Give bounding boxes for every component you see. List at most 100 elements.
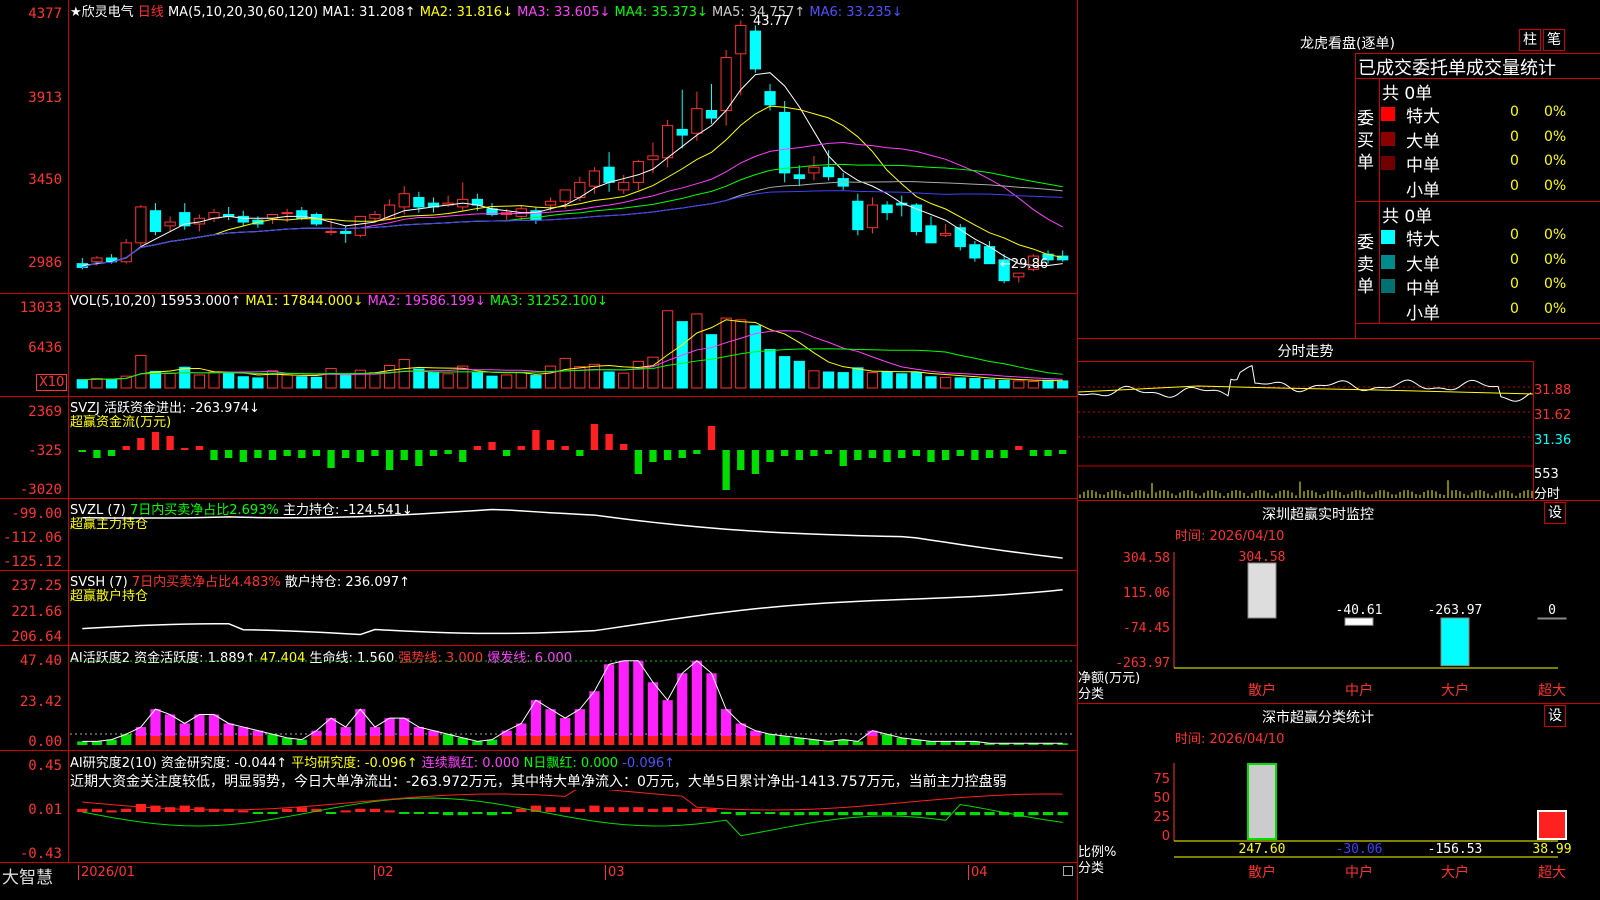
ai-activity-chart[interactable] [70, 660, 1075, 748]
research-bar [823, 812, 834, 816]
intraday-chart[interactable] [1078, 362, 1533, 499]
volume-bar [954, 377, 966, 389]
candlestick-chart[interactable] [70, 16, 1075, 292]
volume-bar [647, 356, 659, 389]
vol-unit-badge[interactable]: X10 [36, 374, 68, 391]
ai-research-v4: N日飘红: 0.000 [523, 756, 619, 771]
volume-bar [427, 372, 440, 389]
volume-bar [808, 370, 820, 389]
row-percent: 0% [1544, 300, 1567, 317]
research-bar [325, 812, 337, 814]
volume-bar [559, 357, 571, 389]
activity-bar [91, 741, 103, 745]
tick-mode-button[interactable]: 笔 [1543, 29, 1565, 51]
flow-bar [1044, 450, 1052, 456]
flow-bar [78, 450, 86, 452]
flow-bar [590, 424, 599, 450]
svzl-tick: -99.00 [11, 506, 62, 522]
monitor-category: 超大 [1538, 683, 1566, 699]
vol-legend: VOL(5,10,20) 15953.000↑ MA1: 17844.000↓ … [70, 294, 608, 309]
ai-active-tick: 23.42 [19, 694, 62, 710]
row-count: 0 [1510, 177, 1519, 194]
research-bar [764, 812, 776, 814]
row-label: 大单 [1406, 254, 1440, 275]
flow-bar [941, 450, 950, 460]
row-percent: 0% [1544, 276, 1567, 292]
volume-bar [837, 372, 849, 389]
sell-row: 大单 0 0% [1380, 250, 1600, 275]
research-bar [399, 812, 410, 814]
ai-research-tick: -0.43 [19, 846, 62, 862]
sz-monitor-chart[interactable]: 304.58 115.06 -74.45 -263.97 304.58 散户 -40.61 中… [1078, 540, 1600, 702]
main-force-holding-chart[interactable] [70, 505, 1075, 568]
flow-bar [1000, 450, 1008, 458]
retail-holding-chart[interactable] [70, 577, 1075, 643]
row-label: 中单 [1406, 279, 1440, 299]
vol-value: 15953.000↑ [160, 294, 242, 309]
ai-active-tick: 0.00 [28, 734, 62, 750]
flow-bar [268, 450, 277, 460]
buy-row: 中单 0 0% [1380, 151, 1600, 176]
activity-base [150, 736, 161, 745]
lock-icon[interactable] [1063, 866, 1073, 876]
flow-bar [751, 450, 760, 474]
dragon-subtitle: 已成交委托单成交量统计 [1358, 58, 1556, 79]
research-bar [618, 807, 629, 812]
ai-research-chart[interactable] [70, 790, 1075, 860]
research-bar [1057, 812, 1068, 816]
flow-bar [678, 450, 686, 458]
date-tick: 2026/01 [78, 865, 135, 880]
sz-monitor-title: 深圳超赢实时监控 [1262, 507, 1374, 523]
research-bar [282, 808, 293, 812]
research-bar [838, 812, 849, 816]
research-bar [647, 808, 659, 812]
monitor-bar [1440, 617, 1470, 667]
research-bar [940, 812, 951, 816]
flow-bar [737, 450, 745, 470]
buy-row: 小单 0 0% [1380, 176, 1600, 201]
research-bar [589, 805, 600, 812]
price-tick: 2986 [28, 255, 62, 271]
activity-bar [677, 673, 688, 745]
brand-logo[interactable]: 大智慧 [2, 863, 53, 888]
flow-bar [985, 450, 994, 458]
activity-base [194, 736, 205, 745]
flow-bar [459, 450, 467, 462]
volume-chart[interactable] [70, 308, 1075, 390]
candle-body [632, 161, 644, 183]
sz-category-chart[interactable]: 75 50 25 0 247.60 散户 -30.06 中户 -156.53 大户 38.99 超大 [1078, 745, 1600, 900]
fund-flow-chart[interactable] [70, 410, 1075, 496]
activity-base [135, 736, 146, 745]
volume-bar [164, 372, 176, 389]
sz-category-settings-button[interactable]: 设 [1544, 705, 1566, 727]
flow-bar [151, 432, 160, 450]
category-tick: 75 [1153, 772, 1170, 787]
research-avg-line [82, 797, 1063, 837]
flow-bar [356, 450, 364, 462]
sell-row: 特大 0 0% [1380, 225, 1600, 250]
volume-bar [603, 371, 615, 389]
monitor-tick: 304.58 [1123, 551, 1170, 566]
volume-bar [969, 378, 981, 389]
flow-bar [239, 450, 247, 462]
research-bar [516, 808, 527, 812]
research-bar [852, 812, 863, 816]
category-tick: 0 [1162, 829, 1170, 844]
monitor-category: 大户 [1441, 682, 1469, 699]
candle-body [808, 166, 820, 174]
bar-mode-button[interactable]: 柱 [1519, 29, 1541, 51]
volume-bar [281, 374, 293, 389]
flow-bar [517, 446, 525, 450]
low-mark: ←29.86 [1000, 257, 1049, 272]
research-bar [925, 812, 937, 816]
category-tick: 50 [1153, 791, 1170, 806]
category-label: 大户 [1441, 864, 1469, 881]
sz-monitor-settings-button[interactable]: 设 [1544, 502, 1566, 524]
volume-bar [852, 367, 864, 389]
activity-base [516, 736, 527, 745]
legend-swatch [1381, 107, 1395, 121]
volume-bar [1027, 380, 1040, 389]
research-bar [1028, 812, 1039, 816]
volume-bar [223, 372, 235, 389]
activity-base [867, 736, 878, 745]
